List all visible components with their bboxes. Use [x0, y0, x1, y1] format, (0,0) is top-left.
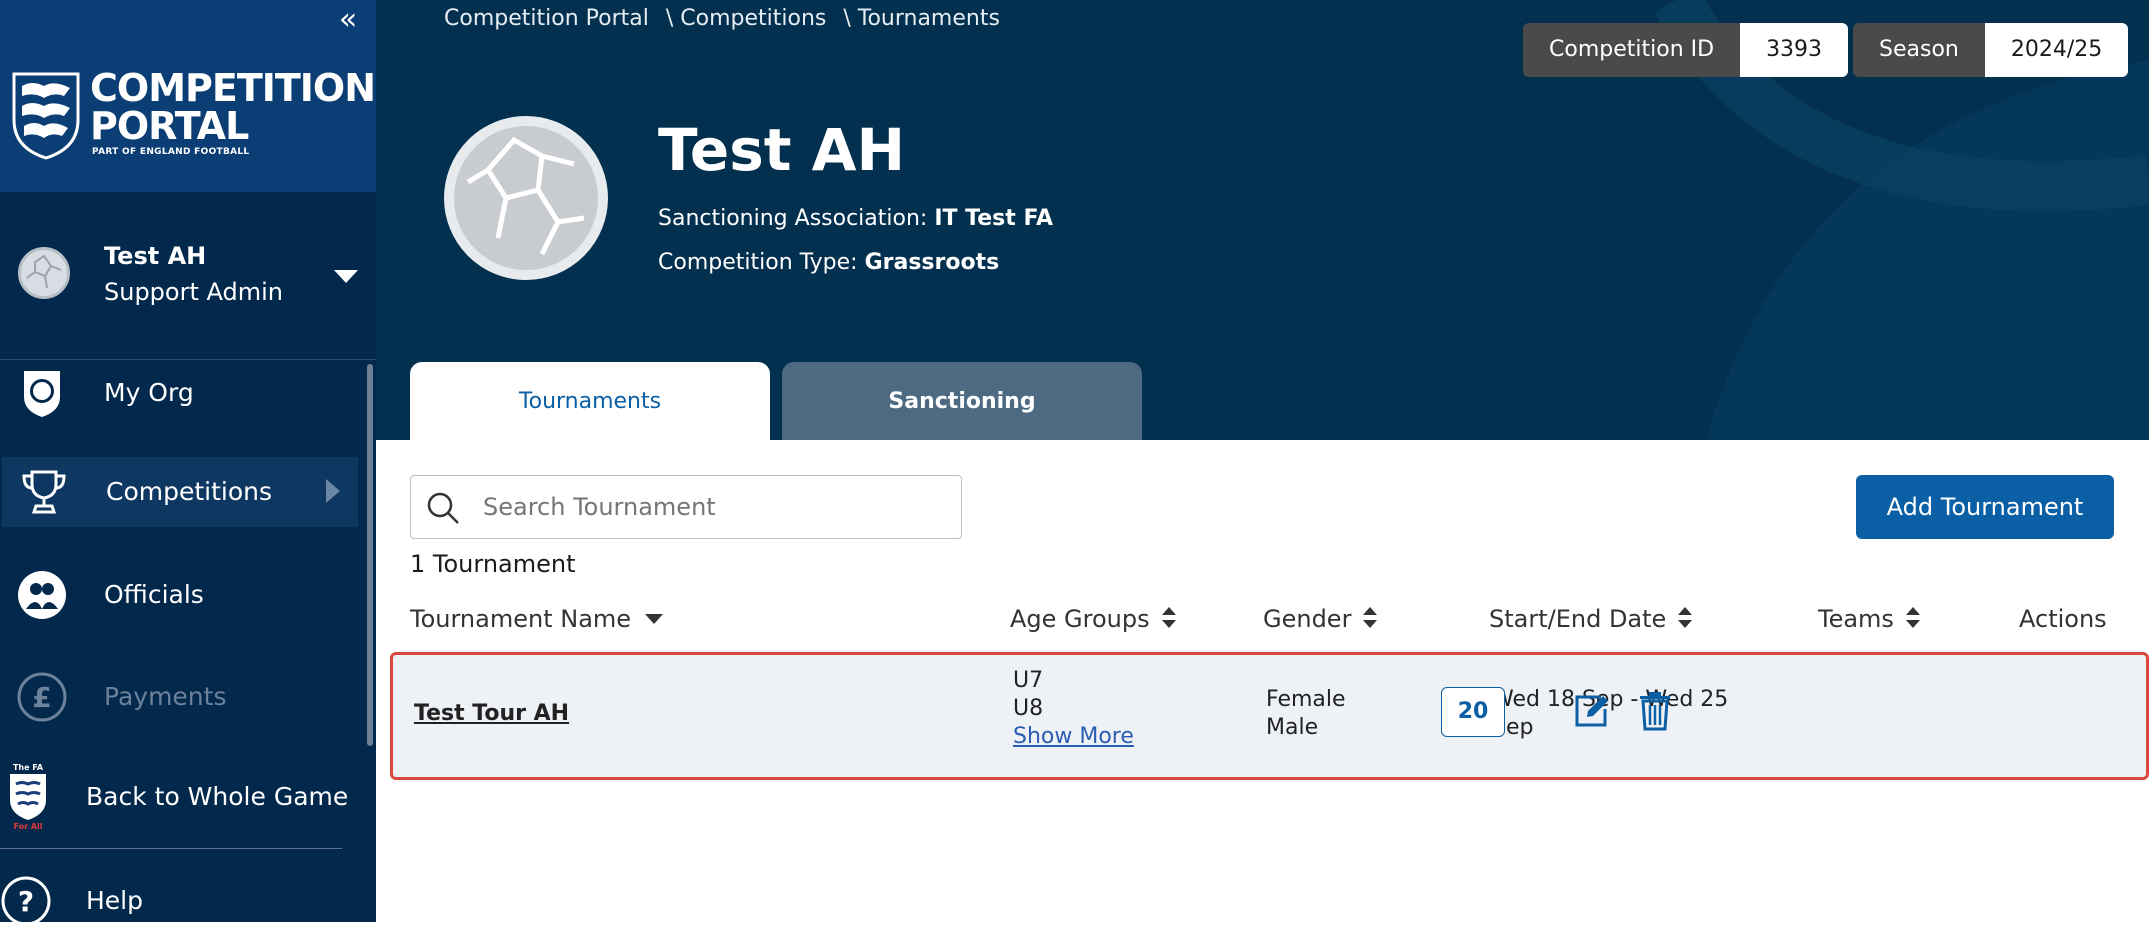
gender-value: Female — [1266, 687, 1346, 712]
age-groups-cell: U7 U8 Show More — [1013, 667, 1134, 751]
sort-down-icon — [645, 614, 664, 624]
add-tournament-button[interactable]: Add Tournament — [1856, 475, 2114, 539]
breadcrumb-item[interactable]: Competition Portal — [444, 6, 649, 31]
competition-logo — [444, 116, 608, 280]
sort-icon — [1678, 607, 1693, 629]
fa-crest-icon: The FA For All — [10, 763, 46, 830]
competition-id-badge: Competition ID 3393 — [1523, 23, 1849, 77]
edit-icon[interactable] — [1571, 691, 1611, 731]
sidebar-item-help[interactable]: ? Help — [0, 866, 362, 936]
football-icon — [466, 136, 585, 256]
search-input[interactable] — [481, 486, 941, 528]
user-name: Test AH — [104, 242, 207, 270]
competition-id-label: Competition ID — [1523, 23, 1741, 77]
org-shield-icon — [24, 371, 60, 417]
sidebar-item-label: Back to Whole Game — [86, 782, 349, 811]
brand-line2: PORTAL — [90, 104, 249, 148]
competition-type: Competition Type: Grassroots — [658, 250, 1000, 275]
column-header-actions: Actions — [2019, 605, 2107, 633]
chevron-right-icon — [326, 479, 340, 503]
column-header-teams[interactable]: Teams — [1818, 605, 1920, 633]
delete-trash-icon[interactable] — [1638, 691, 1672, 731]
collapse-sidebar-icon[interactable]: « — [330, 4, 366, 36]
column-header-start-end-date[interactable]: Start/End Date — [1489, 605, 1693, 633]
gender-value: Male — [1266, 715, 1319, 740]
svg-text:For All: For All — [13, 822, 42, 830]
age-group: U8 — [1013, 696, 1044, 721]
svg-text:The FA: The FA — [13, 763, 44, 772]
show-more-link[interactable]: Show More — [1013, 723, 1134, 751]
sidebar-item-payments: £ Payments — [0, 662, 362, 732]
sort-icon — [1905, 607, 1920, 629]
sidebar: « COMPETITION PORTAL PART OF ENGLAND FOO… — [0, 0, 376, 926]
sidebar-item-my-org[interactable]: My Org — [0, 358, 362, 428]
sidebar-item-label: Officials — [104, 580, 204, 609]
tournaments-panel: Add Tournament 1 Tournament Tournament N… — [376, 440, 2149, 922]
breadcrumb-item[interactable]: \ Competitions — [666, 6, 827, 31]
search-icon — [427, 492, 459, 524]
sidebar-item-competitions[interactable]: Competitions — [2, 457, 358, 527]
sidebar-divider — [0, 848, 342, 849]
pound-icon: £ — [17, 672, 67, 722]
table-row: Test Tour AH U7 U8 Show More Female Male… — [390, 652, 2149, 780]
sidebar-item-label: My Org — [104, 378, 194, 407]
user-role: Support Admin — [104, 278, 283, 306]
sidebar-item-label: Competitions — [106, 477, 273, 506]
sanctioning-association: Sanctioning Association: IT Test FA — [658, 206, 1053, 231]
column-header-age-groups[interactable]: Age Groups — [1010, 605, 1176, 633]
svg-text:?: ? — [18, 885, 34, 918]
three-lions-logo-icon — [12, 72, 80, 160]
user-menu[interactable]: Test AH Support Admin — [0, 192, 376, 360]
svg-text:£: £ — [32, 681, 51, 714]
column-header-tournament-name[interactable]: Tournament Name — [410, 605, 664, 633]
teams-count-badge[interactable]: 20 — [1441, 687, 1505, 737]
tab-sanctioning[interactable]: Sanctioning — [782, 362, 1142, 440]
brand-line1: COMPETITION — [90, 66, 376, 110]
gender-cell: Female Male — [1266, 686, 1346, 742]
sidebar-item-label: Payments — [104, 682, 227, 711]
age-group: U7 — [1013, 668, 1044, 693]
breadcrumb: Competition Portal \ Competitions \ Tour… — [444, 6, 1010, 31]
season-value: 2024/25 — [1984, 23, 2129, 77]
tournament-name-link[interactable]: Test Tour AH — [414, 701, 569, 726]
tab-tournaments[interactable]: Tournaments — [410, 362, 770, 440]
user-avatar — [18, 247, 70, 299]
football-icon — [26, 254, 62, 289]
page-title: Test AH — [658, 116, 906, 184]
competition-id-value: 3393 — [1740, 23, 1849, 77]
trophy-icon — [22, 470, 66, 514]
season-label: Season — [1853, 23, 1985, 77]
officials-icon — [18, 571, 66, 619]
user-menu-chevron-down-icon[interactable] — [334, 270, 358, 283]
column-header-gender[interactable]: Gender — [1263, 605, 1378, 633]
sort-icon — [1161, 607, 1176, 629]
brand-tagline: PART OF ENGLAND FOOTBALL — [92, 147, 250, 157]
competition-header: Competition Portal \ Competitions \ Tour… — [376, 0, 2149, 440]
sidebar-item-officials[interactable]: Officials — [0, 560, 362, 630]
help-icon: ? — [1, 876, 51, 926]
sidebar-scrollbar[interactable] — [367, 364, 373, 746]
search-box[interactable] — [410, 475, 962, 539]
breadcrumb-item[interactable]: \ Tournaments — [843, 6, 1000, 31]
tournament-count: 1 Tournament — [410, 550, 576, 578]
sidebar-item-label: Help — [86, 886, 143, 915]
sidebar-item-back-to-whole-game[interactable]: The FA For All Back to Whole Game — [0, 762, 362, 832]
season-badge: Season 2024/25 — [1853, 23, 2129, 77]
sort-icon — [1363, 607, 1378, 629]
brand-area: « COMPETITION PORTAL PART OF ENGLAND FOO… — [0, 0, 376, 192]
